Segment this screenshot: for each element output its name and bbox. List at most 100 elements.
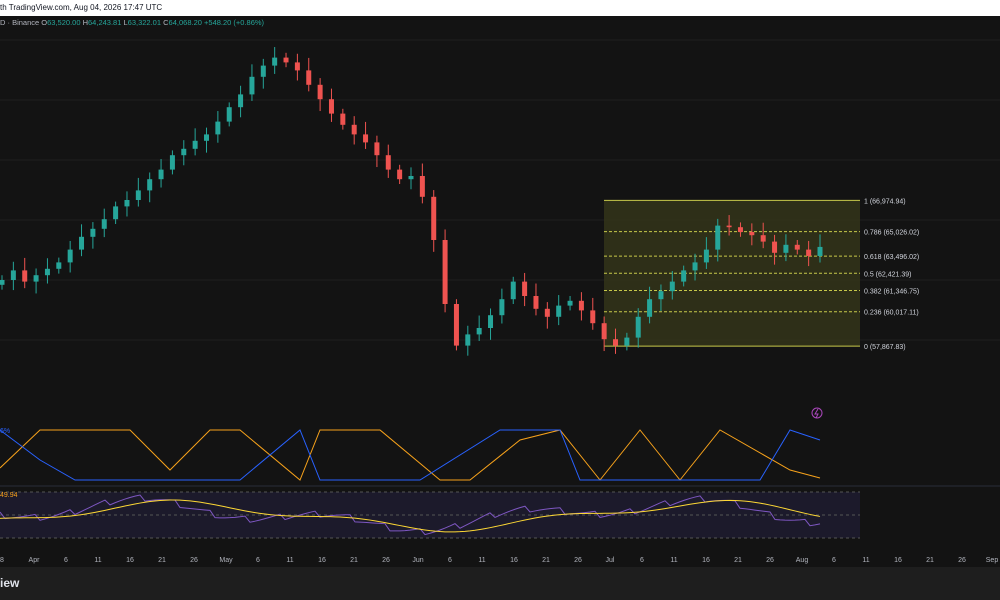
candle [385, 144, 391, 178]
x-tick-label: 11 [286, 557, 293, 564]
fib-retracement[interactable]: 1 (66,974.94) 0.786 (65,026.02) 0.618 (63,… [604, 198, 919, 351]
x-tick-label: Sep [986, 557, 999, 564]
candle [169, 150, 175, 175]
x-tick-label: 6 [832, 557, 836, 564]
candle [578, 292, 584, 321]
candle [215, 111, 221, 143]
candle [283, 52, 289, 68]
x-tick-label: 21 [350, 557, 358, 564]
x-tick-label: 6 [256, 557, 260, 564]
candle [374, 135, 380, 168]
x-tick-label: 26 [574, 557, 582, 564]
candle [510, 276, 516, 304]
candle [328, 88, 334, 122]
x-tick-label: 11 [862, 557, 869, 564]
time-axis[interactable]: 8 Apr 6 11 16 21 26 May 6 11 16 21 26 Jun 6 11 16 21 26 Jul… [0, 557, 998, 564]
x-tick-label: 6 [64, 557, 68, 564]
x-tick-label: 26 [766, 557, 774, 564]
footer-brand: iew [0, 576, 20, 590]
footer-bar: iew [0, 567, 1000, 600]
alert-bolt-icon[interactable] [811, 407, 823, 419]
candle [272, 47, 278, 74]
candle [431, 190, 437, 252]
candle [306, 57, 312, 92]
fib-level-label: 0.786 (65,026.02) [864, 230, 919, 237]
x-tick-label: 16 [894, 557, 902, 564]
candle [476, 315, 482, 341]
candle [101, 208, 107, 238]
x-tick-label: 6 [448, 557, 452, 564]
candle [442, 229, 448, 313]
x-tick-label: 11 [478, 557, 485, 564]
fib-level-label: 0 (57,867.83) [864, 344, 906, 351]
x-tick-label: May [219, 557, 233, 564]
candle [567, 296, 573, 311]
x-tick-label: 21 [542, 557, 550, 564]
rsi-value: 49.94 [0, 492, 18, 499]
candle [556, 295, 562, 326]
fib-level-label: 1 (66,974.94) [864, 198, 906, 205]
x-tick-label: 26 [382, 557, 390, 564]
x-tick-label: 21 [734, 557, 742, 564]
x-tick-label: 21 [926, 557, 934, 564]
candle [249, 64, 255, 101]
x-tick-label: 21 [158, 557, 166, 564]
candle [465, 325, 471, 356]
fib-level-label: 0.236 (60,017.11) [864, 310, 919, 317]
candle [113, 201, 119, 224]
price-chart[interactable]: 1 (66,974.94) 0.786 (65,026.02) 0.618 (63,… [0, 0, 1000, 567]
candle [192, 128, 198, 156]
x-tick-label: 16 [318, 557, 326, 564]
candle [590, 297, 596, 330]
candle [181, 140, 187, 166]
candle [124, 191, 130, 217]
x-tick-label: Jul [606, 557, 615, 564]
candle [67, 240, 73, 273]
candle [488, 308, 494, 340]
candle [499, 288, 505, 324]
x-tick-label: Jun [412, 557, 423, 564]
x-tick-label: 6 [640, 557, 644, 564]
x-tick-label: 16 [126, 557, 134, 564]
candle [397, 164, 403, 184]
candle [238, 85, 244, 118]
candle [340, 108, 346, 130]
x-tick-label: Apr [29, 557, 41, 564]
x-tick-label: 26 [958, 557, 966, 564]
x-tick-label: 16 [702, 557, 710, 564]
candle [135, 177, 141, 207]
candle [90, 222, 96, 249]
candle [453, 299, 459, 351]
candle [22, 257, 28, 289]
candle [408, 167, 414, 190]
candle [226, 102, 232, 127]
x-tick-label: 11 [94, 557, 101, 564]
fib-level-label: 0.618 (63,496.02) [864, 254, 919, 261]
candle [56, 257, 62, 274]
fib-level-label: 0.5 (62,421.39) [864, 271, 911, 278]
x-tick-label: 26 [190, 557, 198, 564]
candle [10, 261, 16, 291]
candle [533, 283, 539, 316]
aroon-indicator: 6% [0, 428, 1000, 487]
candle [204, 127, 209, 153]
candle [260, 58, 266, 89]
candle [147, 172, 153, 203]
x-tick-label: 8 [0, 557, 4, 564]
candle [351, 116, 357, 145]
aroon-up-line [0, 429, 821, 481]
x-tick-label: 16 [510, 557, 518, 564]
candle [522, 272, 528, 307]
rsi-indicator: 49.94 [0, 491, 860, 539]
candle [33, 268, 39, 294]
x-tick-label: 11 [670, 557, 677, 564]
candle [317, 78, 323, 112]
candle [79, 224, 85, 257]
candle [544, 302, 550, 329]
candle [158, 159, 164, 188]
candle [0, 275, 5, 290]
candle [419, 163, 425, 204]
fib-level-label: 0.382 (61,346.75) [864, 288, 919, 295]
x-tick-label: Aug [796, 557, 809, 564]
candle [363, 121, 369, 149]
